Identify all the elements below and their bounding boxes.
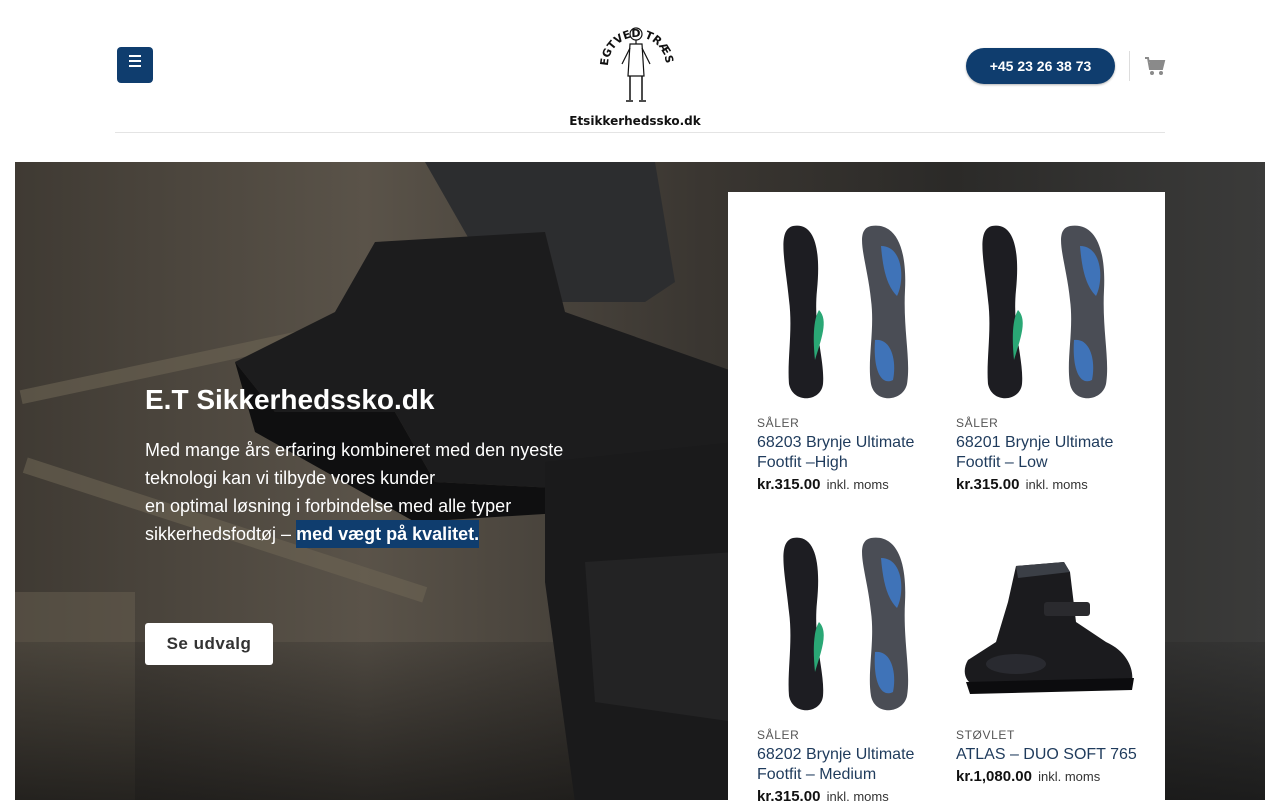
product-category: SÅLER [757, 416, 800, 430]
product-name[interactable]: 68202 Brynje Ultimate Footfit – Medium [757, 745, 942, 785]
price-tax-note: inkl. moms [1025, 477, 1088, 492]
price-currency: kr. [757, 788, 775, 805]
product-category: SÅLER [956, 416, 999, 430]
price-value: 315.00 [774, 476, 821, 493]
cart-icon[interactable] [1144, 56, 1166, 76]
header-divider-line [115, 132, 1165, 133]
logo-text: Etsikkerhedssko.dk [569, 114, 701, 128]
hero-text-highlight: med vægt på kvalitet. [296, 520, 480, 548]
product-card[interactable]: SÅLER 68201 Brynje Ultimate Footfit – Lo… [956, 220, 1141, 493]
site-header: EGTVED TRÆSKO Etsikkerhedssko.dk +45 23 … [0, 0, 1280, 133]
price-currency: kr. [956, 768, 974, 785]
product-image-boot[interactable] [956, 532, 1141, 716]
menu-button[interactable] [117, 47, 153, 83]
product-name[interactable]: 68203 Brynje Ultimate Footfit –High [757, 433, 942, 473]
product-category: SÅLER [757, 728, 800, 742]
hero-text-line: en optimal løsning i forbindelse med all… [145, 496, 512, 516]
product-price: kr.315.00 inkl. moms [757, 788, 942, 805]
hero-text-line: Med mange års erfaring kombineret med de… [145, 440, 564, 460]
price-value: 315.00 [973, 476, 1020, 493]
site-logo[interactable]: EGTVED TRÆSKO Etsikkerhedssko.dk [555, 0, 710, 128]
product-price: kr.315.00 inkl. moms [757, 476, 942, 493]
price-value: 1,080.00 [973, 768, 1032, 785]
logo-figure: EGTVED TRÆSKO [555, 0, 676, 102]
phone-button[interactable]: +45 23 26 38 73 [966, 48, 1115, 84]
see-selection-button[interactable]: Se udvalg [145, 623, 273, 665]
hero-title: E.T Sikkerhedssko.dk [145, 384, 435, 415]
product-card[interactable]: SÅLER 68202 Brynje Ultimate Footfit – Me… [757, 532, 942, 805]
price-tax-note: inkl. moms [826, 477, 889, 492]
svg-text:EGTVED TRÆSKO: EGTVED TRÆSKO [560, 4, 676, 66]
price-value: 315.00 [774, 788, 821, 805]
product-category: STØVLET [956, 728, 1015, 742]
hero-text-line: teknologi kan vi tilbyde vores kunder [145, 468, 436, 488]
product-card[interactable]: SÅLER 68203 Brynje Ultimate Footfit –Hig… [757, 220, 942, 493]
product-price: kr.1,080.00 inkl. moms [956, 768, 1141, 785]
product-price: kr.315.00 inkl. moms [956, 476, 1141, 493]
product-name[interactable]: ATLAS – DUO SOFT 765 [956, 745, 1141, 765]
product-grid: SÅLER 68203 Brynje Ultimate Footfit –Hig… [728, 192, 1165, 812]
price-tax-note: inkl. moms [826, 789, 889, 804]
price-currency: kr. [956, 476, 974, 493]
hero-text-line: sikkerhedsfodtøj – [145, 524, 297, 544]
product-name[interactable]: 68201 Brynje Ultimate Footfit – Low [956, 433, 1141, 473]
hamburger-icon [129, 55, 141, 67]
price-tax-note: inkl. moms [1038, 769, 1101, 784]
price-currency: kr. [757, 476, 775, 493]
product-image-insole[interactable] [757, 532, 942, 716]
hero-text: Med mange års erfaring kombineret med de… [145, 436, 585, 548]
product-image-insole[interactable] [956, 220, 1141, 404]
product-image-insole[interactable] [757, 220, 942, 404]
header-divider [1129, 51, 1130, 81]
product-card[interactable]: STØVLET ATLAS – DUO SOFT 765 kr.1,080.00… [956, 532, 1141, 785]
